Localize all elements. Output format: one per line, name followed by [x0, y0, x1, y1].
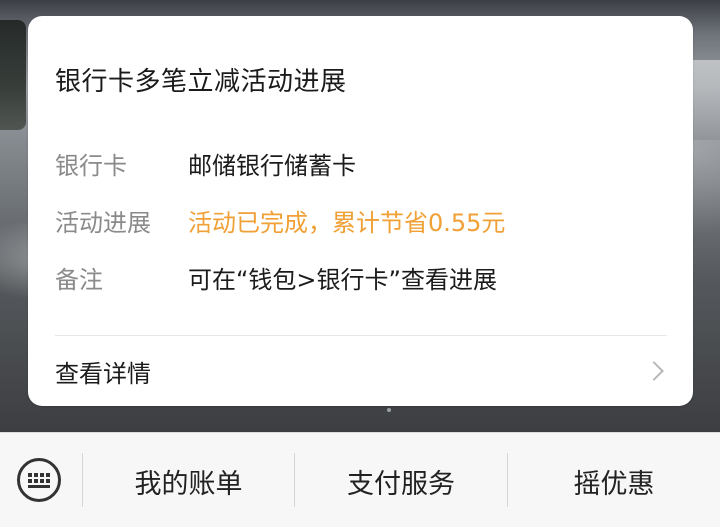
keyboard-icon: [28, 472, 50, 488]
bank-card-row: 银行卡 邮储银行储蓄卡: [55, 146, 356, 180]
card-divider: [55, 335, 667, 336]
remark-value: 可在“钱包>银行卡”查看进展: [188, 265, 497, 294]
page-indicator-dot: [387, 408, 391, 412]
card-title: 银行卡多笔立减活动进展: [55, 67, 347, 97]
activity-progress-card: 银行卡多笔立减活动进展 银行卡 邮储银行储蓄卡 活动进展 活动已完成，累计节省0…: [28, 16, 693, 406]
chevron-right-icon: [644, 361, 664, 381]
menu-shake-offers[interactable]: 摇优惠: [508, 458, 720, 504]
bottom-menu-bar: 我的账单 支付服务 摇优惠: [0, 432, 720, 527]
view-details-label: 查看详情: [55, 359, 151, 388]
menu-my-bill[interactable]: 我的账单: [83, 458, 294, 504]
background-shape: [692, 60, 720, 140]
background-trees: [0, 20, 26, 130]
remark-row: 备注 可在“钱包>银行卡”查看进展: [55, 260, 497, 294]
activity-progress-label: 活动进展: [55, 208, 151, 237]
bank-card-value: 邮储银行储蓄卡: [188, 151, 356, 180]
activity-progress-value: 活动已完成，累计节省0.55元: [188, 208, 506, 237]
menu-payment-services[interactable]: 支付服务: [295, 458, 507, 504]
remark-label: 备注: [55, 265, 103, 294]
bank-card-label: 银行卡: [55, 151, 127, 180]
keyboard-toggle-button[interactable]: [17, 458, 61, 502]
activity-progress-row: 活动进展 活动已完成，累计节省0.55元: [55, 203, 505, 237]
view-details-link[interactable]: 查看详情: [55, 353, 667, 389]
